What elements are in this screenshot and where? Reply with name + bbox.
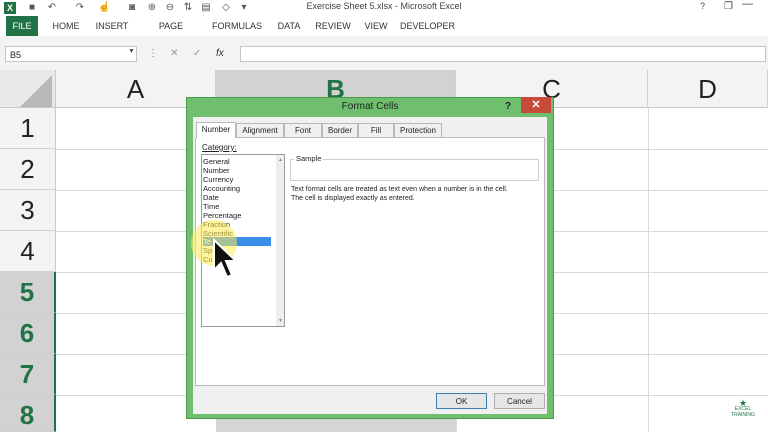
category-scrollbar[interactable] [276,155,284,326]
column-gridline [648,108,649,432]
tab-protection[interactable]: Protection [394,123,442,137]
category-item-percentage[interactable]: Percentage [203,211,273,220]
scroll-up-icon[interactable]: ▲ [278,157,283,163]
row-header-7[interactable]: 7 [0,354,56,395]
category-item-time[interactable]: Time [203,202,273,211]
window-help-button[interactable]: ? [700,1,705,11]
watermark-line-2: TRAINING [731,412,755,418]
excel-training-logo: ★ EXCEL TRAINING [730,399,756,422]
ok-button[interactable]: OK [436,393,487,409]
formula-bar-grip-icon: ⋮ [148,48,158,59]
tab-border[interactable]: Border [322,123,358,137]
sample-box [290,159,539,181]
insert-function-icon[interactable]: fx [216,46,224,62]
dialog-help-button[interactable]: ? [505,97,511,117]
tab-font[interactable]: Font [284,123,322,137]
description-line-1: Text format cells are treated as text ev… [291,186,508,193]
tab-formulas[interactable]: FORMULAS [212,16,262,36]
ribbon-display-icon[interactable]: ❐ [724,1,733,12]
row-header-3[interactable]: 3 [0,190,56,231]
category-item-accounting[interactable]: Accounting [203,184,273,193]
tab-home[interactable]: HOME [48,16,84,36]
category-item-currency[interactable]: Currency [203,175,273,184]
mouse-pointer-icon [213,238,238,279]
scroll-down-icon[interactable]: ▼ [278,318,283,324]
description-line-2: The cell is displayed exactly as entered… [291,195,415,202]
cancel-entry-icon[interactable]: ✕ [170,46,178,62]
row-header-1[interactable]: 1 [0,108,56,149]
category-item-general[interactable]: General [203,157,273,166]
minimize-button[interactable]: — [742,0,753,10]
column-header-d[interactable]: D [648,70,768,108]
name-box[interactable]: B5 [5,46,137,62]
tab-developer[interactable]: DEVELOPER [400,16,455,36]
row-header-6[interactable]: 6 [0,313,56,354]
dialog-close-button[interactable]: ✕ [521,97,551,113]
tab-review[interactable]: REVIEW [314,16,352,36]
selected-range[interactable] [216,419,456,432]
dialog-title: Format Cells [341,101,399,112]
tab-insert[interactable]: INSERT [92,16,132,36]
tab-data[interactable]: DATA [274,16,304,36]
row-header-2[interactable]: 2 [0,149,56,190]
tab-alignment[interactable]: Alignment [236,123,284,137]
formula-input[interactable] [240,46,766,62]
tab-number[interactable]: Number [196,122,236,138]
sample-label: Sample [294,154,324,163]
row-header-5[interactable]: 5 [0,272,56,313]
window-title: Exercise Sheet 5.xlsx - Microsoft Excel [306,1,462,11]
tab-view[interactable]: VIEW [362,16,390,36]
category-label: Category: [202,143,237,152]
select-all-triangle-icon [20,75,52,107]
category-item-number[interactable]: Number [203,166,273,175]
tab-file[interactable]: FILE [6,16,38,36]
category-item-date[interactable]: Date [203,193,273,202]
name-box-dropdown-icon[interactable]: ▼ [128,48,135,55]
row-header-4[interactable]: 4 [0,231,56,272]
row-header-8[interactable]: 8 [0,395,56,432]
enter-entry-icon[interactable]: ✓ [193,46,201,62]
tab-fill[interactable]: Fill [358,123,394,137]
tab-page-layout[interactable]: PAGE LAYOUT [140,16,202,51]
cancel-button[interactable]: Cancel [494,393,545,409]
